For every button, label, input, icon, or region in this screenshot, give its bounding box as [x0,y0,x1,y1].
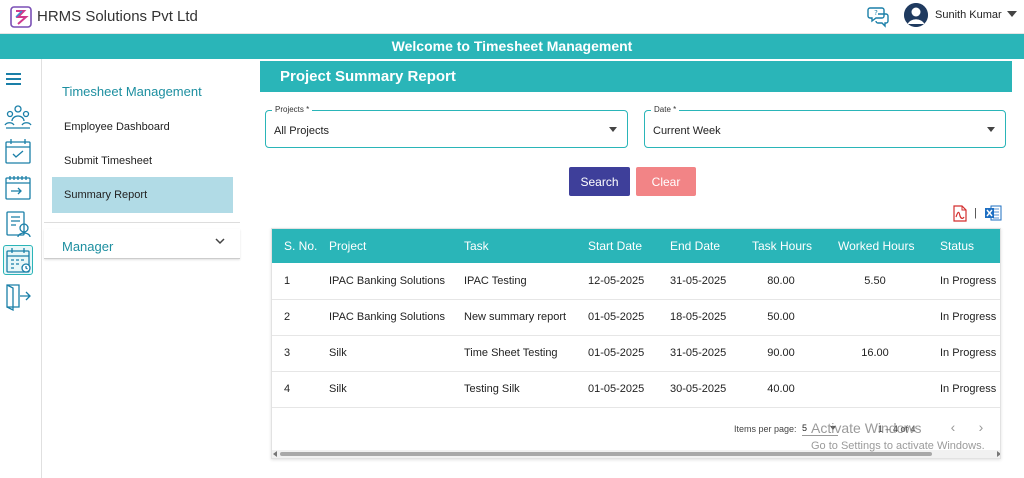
date-select-value: Current Week [653,125,721,137]
date-select-label: Date * [651,105,680,114]
cell-end-date: 31-05-2025 [670,263,752,300]
projects-select[interactable]: Projects * All Projects [265,105,628,148]
cell-worked-hours: 16.00 [838,335,940,372]
scroll-left-arrow-icon[interactable] [273,451,277,457]
cell-worked-hours: 5.50 [838,263,940,300]
projects-dropdown-caret-icon[interactable] [609,127,617,132]
cell-sno: 2 [272,299,329,336]
cell-end-date: 18-05-2025 [670,299,752,336]
column-header-start-date[interactable]: Start Date [588,229,670,263]
cell-task: IPAC Testing [464,263,588,300]
cell-task: Testing Silk [464,371,588,408]
icon-rail [0,59,42,478]
activate-windows-watermark: Activate Windows [811,420,922,436]
sidebar-item-employee-dashboard[interactable]: Employee Dashboard [52,110,233,144]
cell-task-hours: 80.00 [752,263,838,300]
cell-status: In Progress [940,263,1000,300]
sidebar-item-summary-report[interactable]: Summary Report [52,177,233,213]
svg-text:?: ? [874,9,878,17]
date-dropdown-caret-icon[interactable] [987,127,995,132]
cell-start-date: 01-05-2025 [588,335,670,372]
table-row: 2 IPAC Banking Solutions New summary rep… [272,299,1000,336]
cell-task: New summary report [464,299,588,336]
page-title: Project Summary Report [260,61,1012,92]
clear-button[interactable]: Clear [636,167,696,196]
cell-worked-hours [838,371,940,408]
main-content: Project Summary Report Projects * All Pr… [260,61,1012,478]
sidebar-manager-section[interactable]: Manager [44,229,240,259]
calendar-check-icon[interactable] [3,137,33,167]
menu-icon[interactable] [6,73,21,85]
table-header-row: S. No. Project Task Start Date End Date … [272,229,1000,263]
team-icon[interactable] [3,101,33,131]
sidebar-item-submit-timesheet[interactable]: Submit Timesheet [52,144,233,178]
sidebar-manager-label: Manager [62,239,114,254]
cell-sno: 3 [272,335,329,372]
column-header-status[interactable]: Status [940,229,1000,263]
column-header-end-date[interactable]: End Date [670,229,752,263]
cell-end-date: 30-05-2025 [670,371,752,408]
cell-end-date: 31-05-2025 [670,335,752,372]
page-size-value: 5 [802,423,808,433]
cell-project: IPAC Banking Solutions [329,299,464,336]
summary-calendar-icon[interactable] [3,245,33,275]
export-separator: | [974,207,977,219]
date-select[interactable]: Date * Current Week [644,105,1006,148]
timesheet-entry-icon[interactable] [3,173,33,203]
activate-windows-subtext: Go to Settings to activate Windows. [811,440,985,452]
projects-select-label: Projects * [272,105,313,114]
projects-select-value: All Projects [274,125,330,137]
scroll-right-arrow-icon[interactable] [997,451,1000,457]
cell-status: In Progress [940,335,1000,372]
chevron-left-icon[interactable]: ‹ [944,418,962,436]
scrollbar-thumb[interactable] [280,452,932,456]
top-header: HRMS Solutions Pvt Ltd ? Sunith Kumar [0,0,1024,34]
hrms-logo-icon [10,6,32,28]
cell-sno: 1 [272,263,329,300]
cell-start-date: 12-05-2025 [588,263,670,300]
cell-task: Time Sheet Testing [464,335,588,372]
pdf-export-icon[interactable] [952,205,968,222]
column-header-worked-hours[interactable]: Worked Hours [838,229,940,263]
column-header-sno[interactable]: S. No. [272,229,329,263]
brand-name: HRMS Solutions Pvt Ltd [37,8,198,25]
employee-report-icon[interactable] [3,209,33,239]
cell-worked-hours [838,299,940,336]
column-header-task[interactable]: Task [464,229,588,263]
logout-icon[interactable] [3,281,33,312]
user-avatar-icon [904,3,928,27]
cell-task-hours: 90.00 [752,335,838,372]
user-menu-caret-icon[interactable] [1007,11,1017,17]
avatar[interactable] [904,3,928,27]
welcome-banner: Welcome to Timesheet Management [0,34,1024,59]
cell-task-hours: 50.00 [752,299,838,336]
excel-export-icon[interactable] [984,204,1002,222]
user-name[interactable]: Sunith Kumar [935,9,1002,21]
sidebar-title: Timesheet Management [62,84,202,99]
cell-sno: 4 [272,371,329,408]
cell-project: Silk [329,335,464,372]
search-button[interactable]: Search [569,167,630,196]
table-row: 1 IPAC Banking Solutions IPAC Testing 12… [272,263,1000,300]
cell-status: In Progress [940,299,1000,336]
chevron-right-icon[interactable]: › [972,418,990,436]
items-per-page-label: Items per page: [734,424,797,434]
table-row: 3 Silk Time Sheet Testing 01-05-2025 31-… [272,335,1000,372]
cell-project: IPAC Banking Solutions [329,263,464,300]
column-header-project[interactable]: Project [329,229,464,263]
table-row: 4 Silk Testing Silk 01-05-2025 30-05-202… [272,371,1000,408]
cell-task-hours: 40.00 [752,371,838,408]
cell-project: Silk [329,371,464,408]
app-root: HRMS Solutions Pvt Ltd ? Sunith Kumar We… [0,0,1024,478]
chevron-down-icon[interactable] [214,235,226,247]
sidebar: Timesheet Management Employee Dashboard … [44,59,242,478]
summary-table: S. No. Project Task Start Date End Date … [272,229,1000,408]
help-chat-icon[interactable]: ? [867,4,891,28]
column-header-task-hours[interactable]: Task Hours [752,229,838,263]
cell-status: In Progress [940,371,1000,408]
sidebar-divider [44,222,240,223]
cell-start-date: 01-05-2025 [588,299,670,336]
cell-start-date: 01-05-2025 [588,371,670,408]
